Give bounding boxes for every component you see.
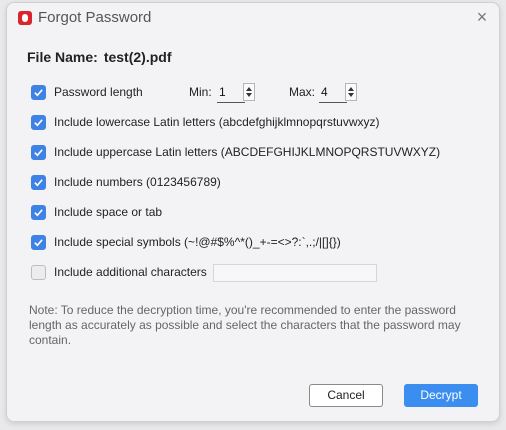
space-tab-option[interactable]: Include space or tab bbox=[31, 203, 162, 221]
max-length-input[interactable]: 4 bbox=[319, 83, 347, 103]
special-symbols-label: Include special symbols (~!@#$%^*()_+-=<… bbox=[54, 235, 341, 249]
uppercase-label: Include uppercase Latin letters (ABCDEFG… bbox=[54, 145, 441, 159]
decrypt-button[interactable]: Decrypt bbox=[404, 384, 478, 407]
app-logo-icon bbox=[18, 11, 32, 25]
decrement-icon[interactable] bbox=[246, 93, 252, 97]
checkmark-icon bbox=[34, 148, 43, 156]
numbers-option[interactable]: Include numbers (0123456789) bbox=[31, 173, 221, 191]
cancel-button[interactable]: Cancel bbox=[309, 384, 383, 407]
checkmark-icon bbox=[34, 178, 43, 186]
file-name: File Name: test(2).pdf bbox=[27, 49, 177, 65]
additional-characters-option[interactable]: Include additional characters bbox=[31, 263, 207, 281]
additional-characters-input[interactable] bbox=[213, 264, 377, 282]
checkmark-icon bbox=[34, 238, 43, 246]
checkmark-icon bbox=[34, 208, 43, 216]
uppercase-option[interactable]: Include uppercase Latin letters (ABCDEFG… bbox=[31, 143, 440, 161]
title-bar: Forgot Password × bbox=[7, 3, 499, 33]
numbers-checkbox[interactable] bbox=[31, 174, 46, 190]
min-length-input[interactable]: 1 bbox=[217, 83, 245, 103]
min-label: Min: bbox=[189, 85, 212, 99]
max-length-spinner[interactable]: 4 bbox=[319, 83, 357, 103]
password-length-label: Password length bbox=[54, 85, 143, 99]
checkmark-icon bbox=[34, 118, 43, 126]
lowercase-label: Include lowercase Latin letters (abcdefg… bbox=[54, 115, 380, 129]
file-name-value: test(2).pdf bbox=[103, 49, 172, 65]
additional-characters-checkbox[interactable] bbox=[31, 264, 46, 280]
additional-characters-label: Include additional characters bbox=[54, 265, 207, 279]
special-symbols-option[interactable]: Include special symbols (~!@#$%^*()_+-=<… bbox=[31, 233, 341, 251]
space-tab-label: Include space or tab bbox=[54, 205, 163, 219]
increment-icon[interactable] bbox=[246, 87, 252, 91]
forgot-password-dialog: Forgot Password × File Name: test(2).pdf … bbox=[6, 2, 500, 422]
lowercase-checkbox[interactable] bbox=[31, 114, 46, 130]
max-spinner-arrows[interactable] bbox=[345, 83, 357, 101]
max-label: Max: bbox=[289, 85, 316, 99]
decrement-icon[interactable] bbox=[348, 93, 354, 97]
lowercase-option[interactable]: Include lowercase Latin letters (abcdefg… bbox=[31, 113, 379, 131]
note-text: Note: To reduce the decryption time, you… bbox=[29, 303, 461, 347]
min-spinner-arrows[interactable] bbox=[243, 83, 255, 101]
uppercase-checkbox[interactable] bbox=[31, 144, 46, 160]
password-length-option[interactable]: Password length bbox=[31, 83, 143, 101]
password-length-checkbox[interactable] bbox=[31, 84, 46, 100]
close-icon[interactable]: × bbox=[471, 7, 493, 29]
special-symbols-checkbox[interactable] bbox=[31, 234, 46, 250]
dialog-title: Forgot Password bbox=[38, 9, 152, 26]
checkmark-icon bbox=[34, 88, 43, 96]
increment-icon[interactable] bbox=[348, 87, 354, 91]
min-length-spinner[interactable]: 1 bbox=[217, 83, 255, 103]
space-tab-checkbox[interactable] bbox=[31, 204, 46, 220]
numbers-label: Include numbers (0123456789) bbox=[54, 175, 221, 189]
file-name-label: File Name: bbox=[27, 49, 98, 65]
